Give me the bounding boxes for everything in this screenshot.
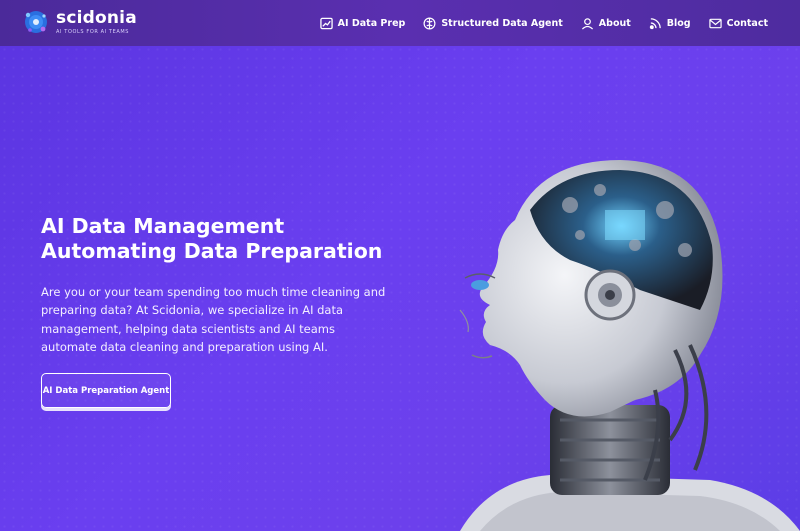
chart-icon	[319, 17, 333, 29]
hero-description: Are you or your team spending too much t…	[41, 285, 386, 354]
ai-data-preparation-agent-button[interactable]: AI Data Preparation Agent	[41, 373, 171, 408]
mail-icon	[708, 18, 722, 28]
hero-title-line-1: AI Data Management	[41, 214, 285, 238]
brain-icon	[423, 17, 436, 29]
hero-title-line-2: Automating Data Preparation	[41, 238, 383, 263]
nav-item-blog[interactable]: Blog	[649, 17, 691, 30]
hero-section: AI Data Management Automating Data Prepa…	[41, 214, 421, 356]
nav-item-ai-data-prep[interactable]: AI Data Prep	[319, 17, 406, 30]
logo[interactable]: scidonia AI TOOLS FOR AI TEAMS	[22, 8, 137, 36]
scidonia-logo-icon	[25, 11, 47, 33]
main-nav: AI Data Prep Structured Data Agent About…	[302, 0, 768, 46]
site-header: scidonia AI TOOLS FOR AI TEAMS AI Data P…	[0, 0, 800, 46]
blog-icon	[649, 17, 661, 29]
robot-head-image	[459, 160, 800, 531]
brand-name: scidonia	[56, 7, 137, 28]
nav-item-structured-data-agent[interactable]: Structured Data Agent	[423, 17, 563, 30]
nav-label-structured-data-agent: Structured Data Agent	[441, 17, 563, 29]
nav-item-about[interactable]: About	[581, 17, 631, 30]
nav-label-about: About	[598, 17, 631, 29]
nav-label-ai-data-prep: AI Data Prep	[337, 17, 406, 29]
nav-label-blog: Blog	[666, 17, 691, 29]
nav-item-contact[interactable]: Contact	[708, 17, 768, 30]
user-icon	[581, 17, 593, 30]
hero-title: AI Data Management Automating Data Prepa…	[41, 214, 421, 263]
brand-tagline: AI TOOLS FOR AI TEAMS	[56, 28, 130, 35]
nav-label-contact: Contact	[726, 17, 768, 29]
